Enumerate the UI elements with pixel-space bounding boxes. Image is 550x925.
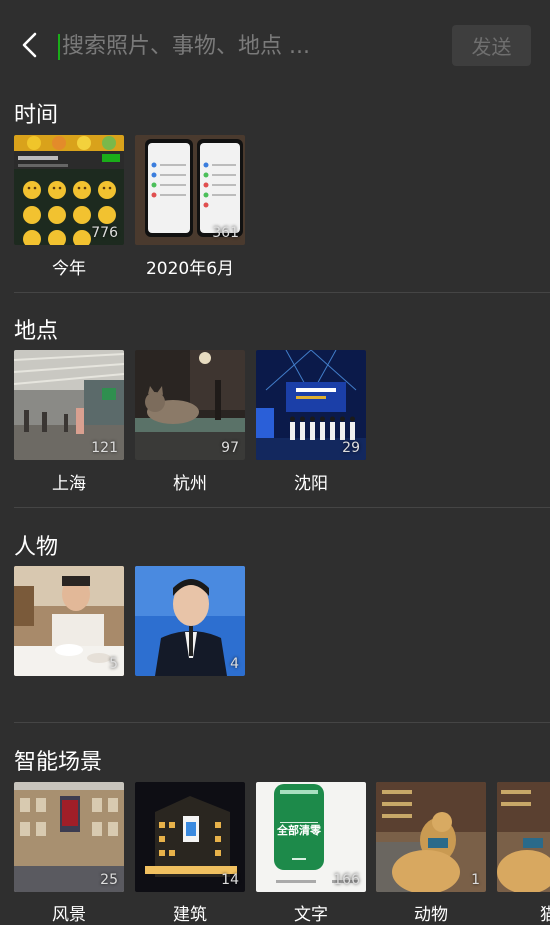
scene-thumb-animal[interactable]: 1 [376, 782, 486, 892]
person-thumb-2[interactable]: 4 [135, 566, 245, 676]
photo-count: 29 [342, 440, 360, 456]
place-label-hangzhou: 杭州 [173, 474, 207, 494]
dog-photo-image [497, 782, 550, 892]
photo-count: 121 [91, 440, 118, 456]
scene-label-landscape: 风景 [52, 905, 86, 925]
scene-label-architecture: 建筑 [173, 905, 207, 925]
divider [14, 292, 550, 293]
divider [14, 507, 550, 508]
scene-thumb-architecture[interactable]: 14 [135, 782, 245, 892]
scene-thumb-cat[interactable] [497, 782, 550, 892]
photo-count: 166 [333, 872, 360, 888]
scene-thumb-landscape[interactable]: 25 [14, 782, 124, 892]
section-title-people: 人物 [14, 535, 59, 560]
time-label-this-year: 今年 [52, 259, 86, 279]
scene-thumb-text[interactable]: 全部清零 166 [256, 782, 366, 892]
photo-count: 25 [100, 872, 118, 888]
time-thumb-this-year[interactable]: 776 [14, 135, 124, 245]
place-thumb-hangzhou[interactable]: 97 [135, 350, 245, 460]
section-title-time: 时间 [14, 103, 59, 128]
photo-count: 1 [471, 872, 480, 888]
person-speaking-photo-image [135, 566, 245, 676]
photo-count: 97 [221, 440, 239, 456]
person-dining-photo-image [14, 566, 124, 676]
search-input[interactable] [62, 28, 432, 64]
scene-label-cat: 猫 [540, 900, 550, 925]
photo-count: 5 [109, 656, 118, 672]
place-thumb-shanghai[interactable]: 121 [14, 350, 124, 460]
search-header: 发送 [0, 0, 550, 90]
section-title-scenes: 智能场景 [14, 750, 103, 775]
scene-label-animal: 动物 [414, 905, 448, 925]
section-title-place: 地点 [14, 319, 59, 344]
photo-count: 776 [91, 225, 118, 241]
send-button[interactable]: 发送 [452, 25, 531, 66]
divider [14, 722, 550, 723]
text-cursor [58, 34, 60, 60]
time-thumb-2020-june[interactable]: 361 [135, 135, 245, 245]
dog-photo-image [376, 782, 486, 892]
time-label-2020-june: 2020年6月 [145, 259, 235, 279]
place-label-shenyang: 沈阳 [294, 474, 328, 494]
photo-count: 361 [212, 225, 239, 241]
photo-count: 4 [230, 656, 239, 672]
place-thumb-shenyang[interactable]: 29 [256, 350, 366, 460]
back-icon[interactable] [14, 28, 48, 62]
person-thumb-1[interactable]: 5 [14, 566, 124, 676]
place-label-shanghai: 上海 [52, 474, 86, 494]
scene-label-cat-text: 猫 [540, 905, 550, 925]
thumb-card-text: 全部清零 [277, 824, 321, 837]
photo-count: 14 [221, 872, 239, 888]
scene-label-text: 文字 [294, 905, 328, 925]
